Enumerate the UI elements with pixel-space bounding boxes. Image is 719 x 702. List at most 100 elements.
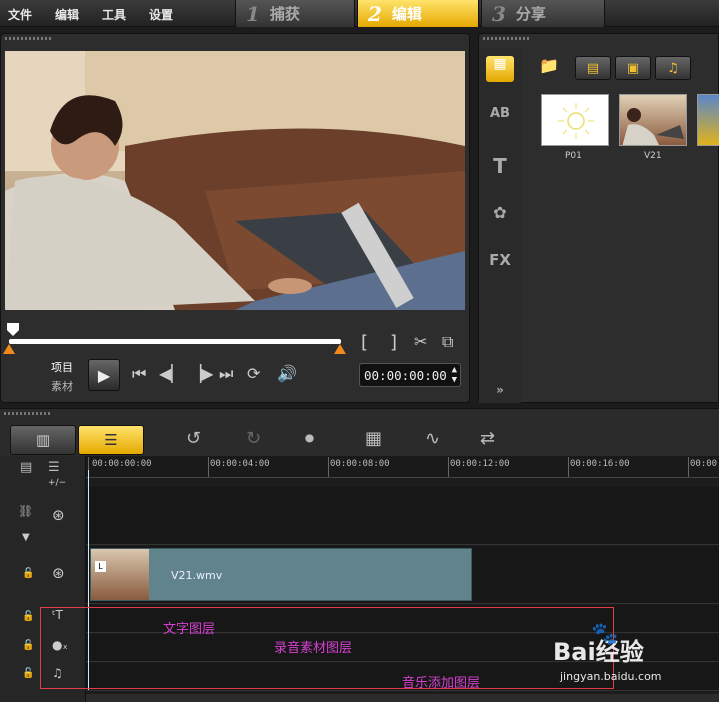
mode-clip[interactable]: 素材 bbox=[51, 378, 73, 394]
library-thumb-partial[interactable] bbox=[697, 94, 719, 146]
title-icon[interactable]: T bbox=[486, 154, 514, 178]
ruler-label: 00:00:12:00 bbox=[450, 459, 510, 469]
ruler-tick bbox=[568, 457, 569, 477]
thumb-label: V21 bbox=[644, 151, 662, 161]
menu-file[interactable]: 文件 bbox=[8, 6, 32, 23]
paw-icon: 🐾 bbox=[591, 622, 619, 647]
video-thumb-image bbox=[622, 108, 684, 145]
timeline-toolbar: ▥ ☰ ↺ ↻ ⏺ ▦ ∿ ⇄ bbox=[0, 408, 719, 456]
skip-end-icon[interactable]: ⏭ bbox=[219, 366, 233, 382]
timecode-display[interactable]: 00:00:00:00 ▲ ▼ bbox=[359, 363, 461, 387]
step-tab-capture[interactable]: 1 捕获 bbox=[235, 0, 355, 27]
annotation-voice-layer: 录音素材图层 bbox=[274, 641, 353, 656]
preview-scrubber[interactable] bbox=[9, 339, 341, 344]
mark-in-button[interactable]: [ bbox=[361, 334, 368, 352]
timeline-scrollbar[interactable] bbox=[86, 694, 719, 702]
timeline-icon: ☰ bbox=[104, 431, 118, 449]
lock-icon[interactable]: 🔓 bbox=[22, 611, 34, 622]
lock-icon[interactable]: 🔓 bbox=[22, 568, 34, 579]
repeat-icon[interactable]: ⟳ bbox=[247, 366, 260, 382]
smart-proxy-icon[interactable]: ▦ bbox=[365, 428, 382, 449]
video-track[interactable] bbox=[86, 487, 719, 545]
library-thumb-v21[interactable] bbox=[619, 94, 687, 146]
ruler-label: 00:00:04:00 bbox=[210, 459, 270, 469]
step-number: 3 bbox=[492, 1, 506, 26]
ruler-label: 00:00 bbox=[690, 459, 718, 469]
graphic-icon[interactable]: ✿ bbox=[486, 203, 514, 222]
lock-icon[interactable]: 🔓 bbox=[22, 668, 34, 679]
menu-bar: 文件 编辑 工具 设置 1 捕获 2 编辑 3 分享 bbox=[0, 0, 719, 27]
menu-edit[interactable]: 编辑 bbox=[55, 6, 79, 23]
record-capture-icon[interactable]: ⏺ bbox=[305, 428, 314, 449]
preview-panel: [ ] ✂ ⧉ 项目 素材 ▶ ⏮ ◀▏ ▕▶ ⏭ ⟳ 🔊 00:00:00:0… bbox=[0, 33, 470, 403]
overlay-track-icon: ⊛ bbox=[52, 564, 65, 582]
library-panel: ▦ AB T ✿ FX » 📁 ▤ ▣ ♫ P01 V21 bbox=[478, 33, 719, 403]
ruler-tick bbox=[208, 457, 209, 477]
filter-icon[interactable]: FX bbox=[486, 251, 514, 269]
timeline-ruler[interactable]: 00:00:00:00 00:00:04:00 00:00:08:00 00:0… bbox=[86, 456, 719, 478]
library-thumb-p01[interactable] bbox=[541, 94, 609, 146]
film-strip-icon: ▥ bbox=[35, 431, 51, 449]
menu-tools[interactable]: 工具 bbox=[102, 6, 126, 23]
skip-start-icon[interactable]: ⏮ bbox=[132, 366, 146, 382]
video-track-toggle-icon[interactable]: ▤ bbox=[20, 460, 32, 475]
thumb-label: P01 bbox=[565, 151, 582, 161]
cut-icon[interactable]: ✂ bbox=[414, 334, 427, 350]
film-icon: ▤ bbox=[586, 60, 600, 76]
timeline-clip[interactable]: L V21.wmv bbox=[90, 548, 472, 601]
step-label: 分享 bbox=[515, 5, 546, 23]
undo-icon[interactable]: ↺ bbox=[186, 428, 201, 449]
step-tab-edit[interactable]: 2 编辑 bbox=[357, 0, 479, 27]
filter-audio-button[interactable]: ♫ bbox=[655, 56, 691, 80]
trim-end-handle[interactable] bbox=[334, 344, 346, 354]
sun-sketch-image bbox=[558, 103, 594, 139]
mark-out-button[interactable]: ] bbox=[390, 334, 397, 352]
collapse-arrow-icon[interactable]: ▼ bbox=[22, 532, 30, 543]
step-number: 2 bbox=[368, 1, 382, 26]
clip-link-icon: L bbox=[95, 561, 106, 572]
panel-grip[interactable] bbox=[5, 37, 51, 40]
storyboard-view-button[interactable]: ▥ bbox=[10, 425, 76, 455]
mode-project[interactable]: 项目 bbox=[51, 359, 73, 375]
folder-icon[interactable]: 📁 bbox=[539, 56, 559, 75]
redo-icon[interactable]: ↻ bbox=[246, 428, 261, 449]
ruler-tick bbox=[448, 457, 449, 477]
menu-settings[interactable]: 设置 bbox=[149, 6, 173, 23]
annotation-text-layer: 文字图层 bbox=[163, 622, 216, 637]
timecode-stepper-icon[interactable]: ▲ ▼ bbox=[452, 365, 457, 385]
step-forward-icon[interactable]: ▕▶ bbox=[189, 366, 214, 382]
watermark-url: jingyan.baidu.com bbox=[560, 670, 662, 683]
volume-icon[interactable]: 🔊 bbox=[277, 366, 297, 382]
preview-playhead[interactable] bbox=[7, 323, 19, 336]
auto-music-icon[interactable]: ⇄ bbox=[480, 428, 495, 449]
copy-icon[interactable]: ⧉ bbox=[442, 334, 453, 350]
expand-icon[interactable]: » bbox=[486, 383, 514, 397]
filter-photo-button[interactable]: ▣ bbox=[615, 56, 651, 80]
trim-start-handle[interactable] bbox=[3, 344, 15, 354]
video-track-icon: ⊛ bbox=[52, 506, 65, 524]
panel-grip[interactable] bbox=[483, 37, 529, 40]
ruler-tick bbox=[328, 457, 329, 477]
photo-icon: ▣ bbox=[626, 60, 640, 76]
transition-icon[interactable]: AB bbox=[486, 106, 514, 121]
add-remove-track[interactable]: +/− bbox=[48, 478, 66, 488]
play-button[interactable]: ▶ bbox=[88, 359, 120, 391]
link-icon[interactable]: ⛓ bbox=[18, 504, 33, 518]
ruler-label: 00:00:00:00 bbox=[92, 459, 152, 469]
step-tab-share[interactable]: 3 分享 bbox=[481, 0, 605, 27]
step-label: 捕获 bbox=[269, 5, 300, 23]
track-list-icon[interactable]: ☰ bbox=[48, 460, 60, 475]
video-frame-image bbox=[5, 51, 465, 310]
filter-video-button[interactable]: ▤ bbox=[575, 56, 611, 80]
lock-icon[interactable]: 🔓 bbox=[22, 640, 34, 651]
step-number: 1 bbox=[246, 1, 260, 26]
video-preview bbox=[5, 51, 465, 310]
annotation-music-layer: 音乐添加图层 bbox=[402, 676, 481, 691]
timeline-view-button[interactable]: ☰ bbox=[78, 425, 144, 455]
audio-mixer-icon[interactable]: ∿ bbox=[425, 428, 440, 449]
play-icon: ▶ bbox=[97, 365, 111, 385]
timecode-value: 00:00:00:00 bbox=[364, 368, 447, 383]
media-library-icon[interactable]: ▦ bbox=[486, 56, 514, 82]
panel-grip[interactable] bbox=[4, 412, 50, 415]
step-back-icon[interactable]: ◀▏ bbox=[159, 366, 184, 382]
